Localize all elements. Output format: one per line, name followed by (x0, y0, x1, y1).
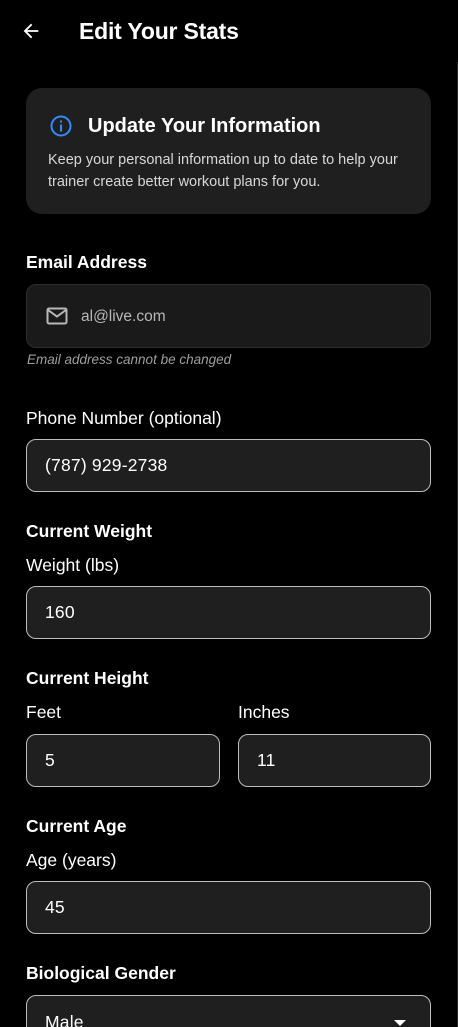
phone-input[interactable]: (787) 929-2738 (26, 439, 431, 492)
phone-label: Phone Number (optional) (26, 408, 222, 428)
mail-icon (46, 307, 68, 325)
gender-section-label: Biological Gender (26, 963, 176, 983)
age-section-label: Current Age (26, 816, 127, 836)
feet-value: 5 (45, 750, 55, 770)
age-value: 45 (45, 897, 65, 917)
gender-select[interactable]: Male (26, 995, 431, 1027)
email-note: Email address cannot be changed (27, 352, 232, 367)
info-card-title: Update Your Information (88, 115, 321, 137)
page-title: Edit Your Stats (79, 18, 239, 44)
inches-input[interactable]: 11 (238, 734, 431, 787)
info-card: Update Your Information Keep your person… (26, 88, 431, 214)
back-button[interactable] (14, 14, 48, 48)
info-icon (50, 115, 72, 137)
weight-label: Weight (lbs) (26, 555, 120, 575)
phone-value: (787) 929-2738 (45, 455, 168, 475)
app-bar: Edit Your Stats (0, 0, 458, 62)
inches-label: Inches (238, 702, 290, 722)
edit-stats-screen: Edit Your Stats Update Your Information … (0, 0, 458, 1027)
age-label: Age (years) (26, 850, 117, 870)
caret-down-icon (394, 1020, 406, 1026)
feet-label: Feet (26, 702, 62, 722)
inches-value: 11 (257, 750, 276, 770)
feet-input[interactable]: 5 (26, 734, 220, 787)
info-card-body: Keep your personal information up to dat… (48, 152, 398, 190)
email-field: al@live.com (26, 284, 431, 348)
weight-input[interactable]: 160 (26, 586, 431, 639)
weight-section-label: Current Weight (26, 521, 153, 541)
arrow-left-icon (23, 23, 39, 39)
email-section-label: Email Address (26, 252, 147, 272)
height-section-label: Current Height (26, 668, 149, 688)
age-input[interactable]: 45 (26, 881, 431, 934)
gender-value: Male (45, 1012, 84, 1027)
email-value: al@live.com (81, 308, 166, 325)
weight-value: 160 (45, 602, 75, 622)
